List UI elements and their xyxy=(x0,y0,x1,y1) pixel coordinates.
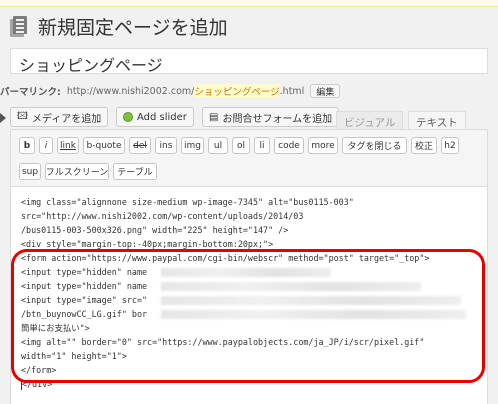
page-title: 新規固定ページを追加 xyxy=(38,16,228,39)
permalink-suffix: .html xyxy=(279,85,305,97)
qt-proofread-button[interactable]: 校正 xyxy=(411,137,437,154)
qt-bold-button[interactable]: b xyxy=(19,137,35,154)
permalink-base: http://www.nishi2002.com/ xyxy=(66,85,195,97)
media-buttons-row: 🖾 メディアを追加 Add slider ▤ お問合せフォームを追加 ビジュアル… xyxy=(10,107,490,131)
tab-visual[interactable]: ビジュアル xyxy=(336,111,404,131)
permalink-bar: パーマリンク: http://www.nishi2002.com/ショッピングペ… xyxy=(0,84,341,98)
qt-ins-button[interactable]: ins xyxy=(155,137,177,154)
arrow-marker xyxy=(0,113,6,123)
qt-table-button[interactable]: テーブル xyxy=(113,163,157,180)
qt-del-button[interactable]: del xyxy=(129,137,151,154)
qt-fullscreen-button[interactable]: フルスクリーン xyxy=(45,163,109,180)
notice-strip xyxy=(0,0,498,7)
add-contact-form-button[interactable]: ▤ お問合せフォームを追加 xyxy=(202,107,340,127)
post-title-input[interactable]: ショッピングページ xyxy=(10,48,488,75)
qt-bquote-button[interactable]: b-quote xyxy=(83,137,125,154)
permalink-edit-button[interactable]: 編集 xyxy=(310,84,341,98)
add-slider-button[interactable]: Add slider xyxy=(116,107,194,127)
qt-more-button[interactable]: more xyxy=(308,137,338,154)
add-contact-form-label: お問合せフォームを追加 xyxy=(222,113,333,125)
add-slider-label: Add slider xyxy=(137,111,187,123)
qt-link-button[interactable]: link xyxy=(57,137,79,154)
code-line: src="http://www.nishi2002.com/wp-content… xyxy=(21,211,304,221)
slider-icon xyxy=(123,112,133,122)
qt-italic-button[interactable]: i xyxy=(39,137,53,154)
page-header: 新規固定ページを追加 xyxy=(10,12,228,40)
permalink-label: パーマリンク: xyxy=(0,87,61,98)
tab-text[interactable]: テキスト xyxy=(408,111,466,131)
qt-li-button[interactable]: li xyxy=(254,137,270,154)
highlight-annotation xyxy=(11,249,485,383)
code-line: /bus0115-003-500x326.png" width="225" he… xyxy=(21,225,289,235)
page-icon xyxy=(10,15,30,37)
form-icon: ▤ xyxy=(209,111,219,123)
add-media-button[interactable]: 🖾 メディアを追加 xyxy=(10,107,109,127)
permalink-slug[interactable]: ショッピングページ xyxy=(194,84,280,98)
qt-img-button[interactable]: img xyxy=(181,137,204,154)
qt-sup-button[interactable]: sup xyxy=(19,163,41,180)
qt-h2-button[interactable]: h2 xyxy=(441,137,459,154)
code-line: <img class="alignnone size-medium wp-ima… xyxy=(21,197,354,207)
qt-code-button[interactable]: code xyxy=(274,137,304,154)
qt-ol-button[interactable]: ol xyxy=(232,137,250,154)
media-icon: 🖾 xyxy=(17,110,28,122)
qt-ul-button[interactable]: ul xyxy=(208,137,228,154)
quicktags-toolbar: b i link b-quote del ins img ul ol li co… xyxy=(11,130,487,187)
qt-close-tags-button[interactable]: タグを閉じる xyxy=(342,137,407,154)
add-media-label: メディアを追加 xyxy=(31,113,102,125)
